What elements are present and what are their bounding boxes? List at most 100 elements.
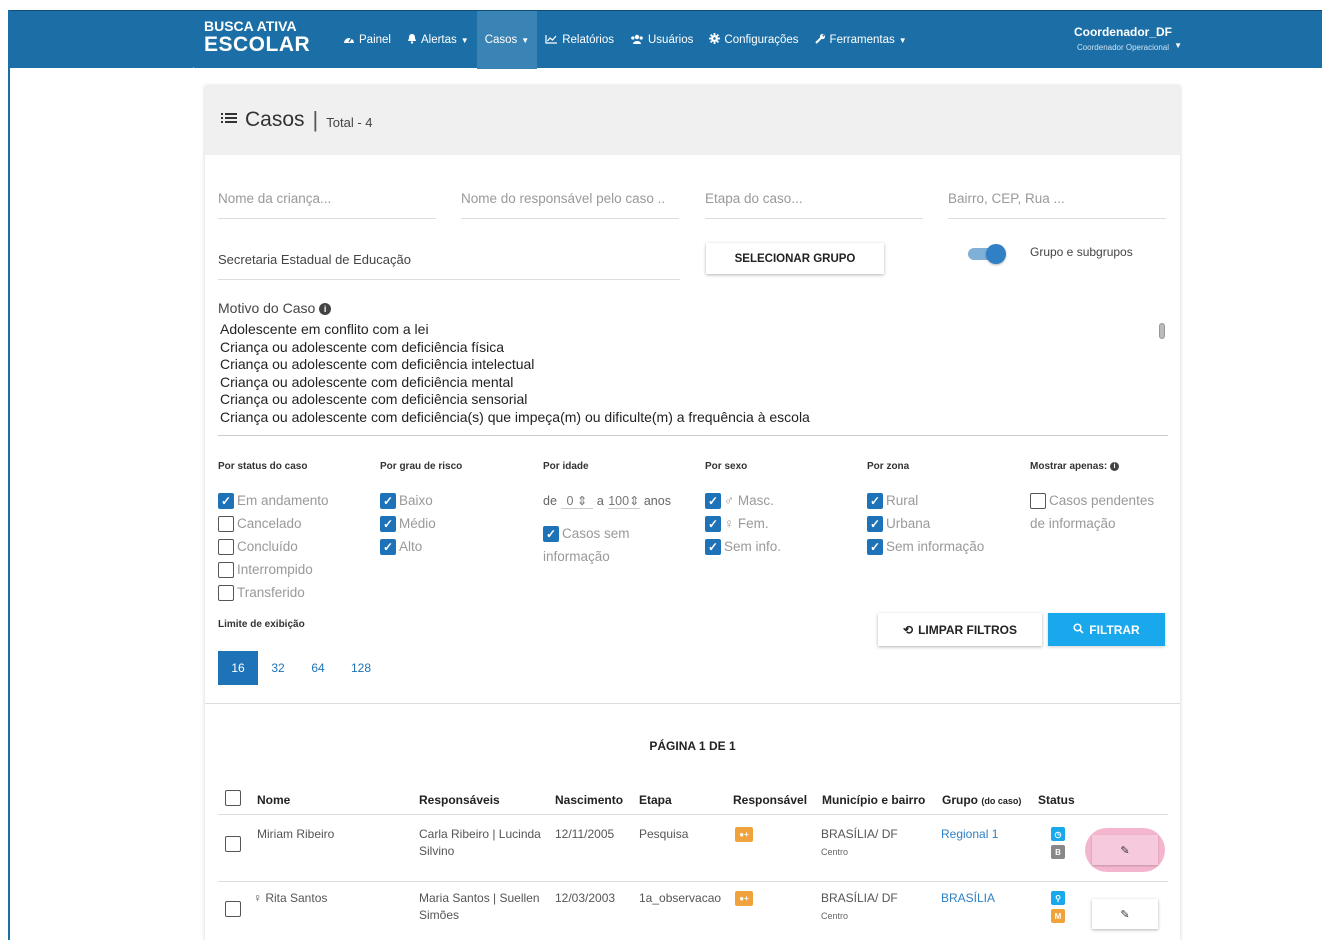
- checkbox[interactable]: ✓: [867, 538, 883, 555]
- child-name-input[interactable]: Nome da criança...: [218, 191, 436, 219]
- select-all-checkbox[interactable]: [225, 790, 241, 806]
- row-checkbox[interactable]: [225, 836, 241, 852]
- risk-baixo-checkbox[interactable]: ✓ Baixo: [380, 489, 462, 512]
- sex-fem-checkbox[interactable]: ✓ ♀ Fem.: [705, 512, 781, 535]
- risk-alto-checkbox[interactable]: ✓ Alto: [380, 535, 462, 558]
- checkbox-label: ♂ Masc.: [724, 493, 774, 508]
- status-cancelado-checkbox[interactable]: Cancelado: [218, 512, 329, 535]
- select-group-button[interactable]: SELECIONAR GRUPO: [706, 243, 884, 274]
- checkbox[interactable]: [218, 584, 234, 601]
- age-to-input[interactable]: 100⇕: [607, 493, 640, 509]
- limit-option-16[interactable]: 16: [218, 651, 258, 685]
- motivo-option[interactable]: Criança ou adolescente com deficiência s…: [218, 391, 1168, 409]
- info-icon[interactable]: i: [319, 303, 332, 316]
- checkbox[interactable]: ✓: [380, 515, 396, 532]
- status-concluido-checkbox[interactable]: Concluído: [218, 535, 329, 558]
- case-group-link[interactable]: BRASÍLIA: [941, 890, 995, 907]
- case-name[interactable]: Miriam Ribeiro: [257, 826, 334, 843]
- checkbox[interactable]: [218, 538, 234, 555]
- checkbox[interactable]: [1030, 492, 1046, 509]
- assign-user-icon[interactable]: ●+: [735, 827, 753, 842]
- row-checkbox[interactable]: [225, 901, 241, 917]
- checkbox[interactable]: [218, 515, 234, 532]
- status-em-andamento-checkbox[interactable]: ✓ Em andamento: [218, 489, 329, 512]
- zone-no-info-checkbox[interactable]: ✓ Sem informação: [867, 535, 984, 558]
- nav-casos[interactable]: Casos ▼: [476, 11, 538, 69]
- brand-line2: ESCOLAR: [204, 33, 311, 56]
- col-municipio[interactable]: Município e bairro: [822, 793, 925, 807]
- checkbox[interactable]: ✓: [867, 492, 883, 509]
- checkbox[interactable]: ✓: [705, 538, 721, 555]
- chevron-down-icon: ▼: [898, 35, 907, 45]
- case-location: BRASÍLIA/ DF Centro: [821, 826, 898, 861]
- status-transferido-checkbox[interactable]: Transferido: [218, 581, 329, 604]
- case-city: BRASÍLIA/ DF: [821, 827, 898, 841]
- motivo-label: Motivo do Caso i: [218, 300, 332, 316]
- edit-icon: ✎: [1120, 844, 1130, 857]
- col-grupo[interactable]: Grupo (do caso): [942, 793, 1021, 807]
- nav-painel[interactable]: Painel: [335, 11, 399, 69]
- col-responsaveis[interactable]: Responsáveis: [419, 793, 500, 807]
- subgroups-label: Grupo e subgrupos: [1030, 245, 1133, 259]
- motivo-multiselect[interactable]: Adolescente em conflito com a lei Crianç…: [218, 321, 1168, 436]
- checkbox[interactable]: ✓: [380, 492, 396, 509]
- page-indicator: PÁGINA 1 DE 1: [649, 739, 736, 753]
- checkbox[interactable]: ✓: [705, 515, 721, 532]
- stage-input[interactable]: Etapa do caso...: [705, 191, 923, 219]
- col-status[interactable]: Status: [1038, 793, 1075, 807]
- risk-medio-checkbox[interactable]: ✓ Médio: [380, 512, 462, 535]
- assign-user-icon[interactable]: ●+: [735, 891, 753, 906]
- limit-option-32[interactable]: 32: [258, 651, 298, 685]
- age-anos-label: anos: [643, 493, 671, 508]
- status-interrompido-checkbox[interactable]: Interrompido: [218, 558, 329, 581]
- case-group-link[interactable]: Regional 1: [941, 826, 998, 843]
- users-icon: [630, 34, 644, 47]
- limit-option-64[interactable]: 64: [298, 651, 338, 685]
- edit-button[interactable]: ✎: [1092, 899, 1158, 929]
- motivo-option[interactable]: Criança ou adolescente com deficiência i…: [218, 356, 1168, 374]
- col-etapa[interactable]: Etapa: [639, 793, 672, 807]
- nav-usuarios[interactable]: Usuários: [622, 11, 701, 69]
- address-input[interactable]: Bairro, CEP, Rua ...: [948, 191, 1166, 219]
- chevron-down-icon[interactable]: ▼: [1174, 41, 1182, 50]
- edit-button[interactable]: ✎: [1092, 835, 1158, 865]
- age-no-info-checkbox[interactable]: ✓ Casos sem: [543, 522, 671, 545]
- col-responsavel[interactable]: Responsável: [733, 793, 807, 807]
- checkbox[interactable]: ✓: [380, 538, 396, 555]
- checkbox[interactable]: ✓: [867, 515, 883, 532]
- age-from-input[interactable]: 0 ⇕: [560, 493, 593, 509]
- brand-logo[interactable]: BUSCA ATIVA ESCOLAR DF / DISTRITO FEDERA…: [181, 19, 311, 75]
- cases-panel: Casos | Total - 4 Nome da criança... Nom…: [205, 85, 1180, 940]
- checkbox[interactable]: ✓: [705, 492, 721, 509]
- col-nascimento[interactable]: Nascimento: [555, 793, 623, 807]
- case-name[interactable]: ♀ Rita Santos: [253, 890, 327, 907]
- nav-relatorios[interactable]: Relatórios: [537, 11, 622, 69]
- motivo-option[interactable]: Adolescente em conflito com a lei: [218, 321, 1168, 339]
- nav-alertas[interactable]: Alertas ▼: [399, 11, 477, 69]
- limit-option-128[interactable]: 128: [338, 651, 384, 685]
- col-nome[interactable]: Nome: [257, 793, 290, 807]
- filter-button[interactable]: FILTRAR: [1048, 613, 1165, 646]
- motivo-option[interactable]: Criança ou adolescente com deficiência m…: [218, 374, 1168, 392]
- zone-urbana-checkbox[interactable]: ✓ Urbana: [867, 512, 984, 535]
- zone-filter: Por zona ✓ Rural ✓ Urbana ✓ Sem informação: [867, 461, 984, 558]
- responsible-input[interactable]: Nome do responsável pelo caso ..: [461, 191, 679, 219]
- zone-rural-checkbox[interactable]: ✓ Rural: [867, 489, 984, 512]
- checkbox[interactable]: [218, 561, 234, 578]
- nav-ferramentas[interactable]: Ferramentas ▼: [807, 11, 915, 69]
- scrollbar-thumb[interactable]: [1159, 323, 1165, 339]
- sex-no-info-checkbox[interactable]: ✓ Sem info.: [705, 535, 781, 558]
- risk-filter: Por grau de risco ✓ Baixo ✓ Médio ✓ Alto: [380, 461, 462, 558]
- pending-info-checkbox[interactable]: Casos pendentes: [1030, 489, 1154, 512]
- clear-filters-button[interactable]: ⟲ LIMPAR FILTROS: [878, 613, 1042, 646]
- info-icon[interactable]: i: [1110, 461, 1120, 471]
- subgroups-toggle[interactable]: [968, 244, 1006, 264]
- motivo-option[interactable]: Criança ou adolescente com deficiência f…: [218, 339, 1168, 357]
- resp-line: Silvino: [419, 844, 455, 858]
- checkbox[interactable]: ✓: [218, 492, 234, 509]
- nav-configuracoes[interactable]: Configurações: [701, 11, 806, 69]
- user-menu[interactable]: Coordenador_DF Coordenador Operacional: [1074, 25, 1172, 52]
- motivo-option[interactable]: Criança ou adolescente com deficiência(s…: [218, 409, 1168, 427]
- sex-masc-checkbox[interactable]: ✓ ♂ Masc.: [705, 489, 781, 512]
- checkbox[interactable]: ✓: [543, 525, 559, 542]
